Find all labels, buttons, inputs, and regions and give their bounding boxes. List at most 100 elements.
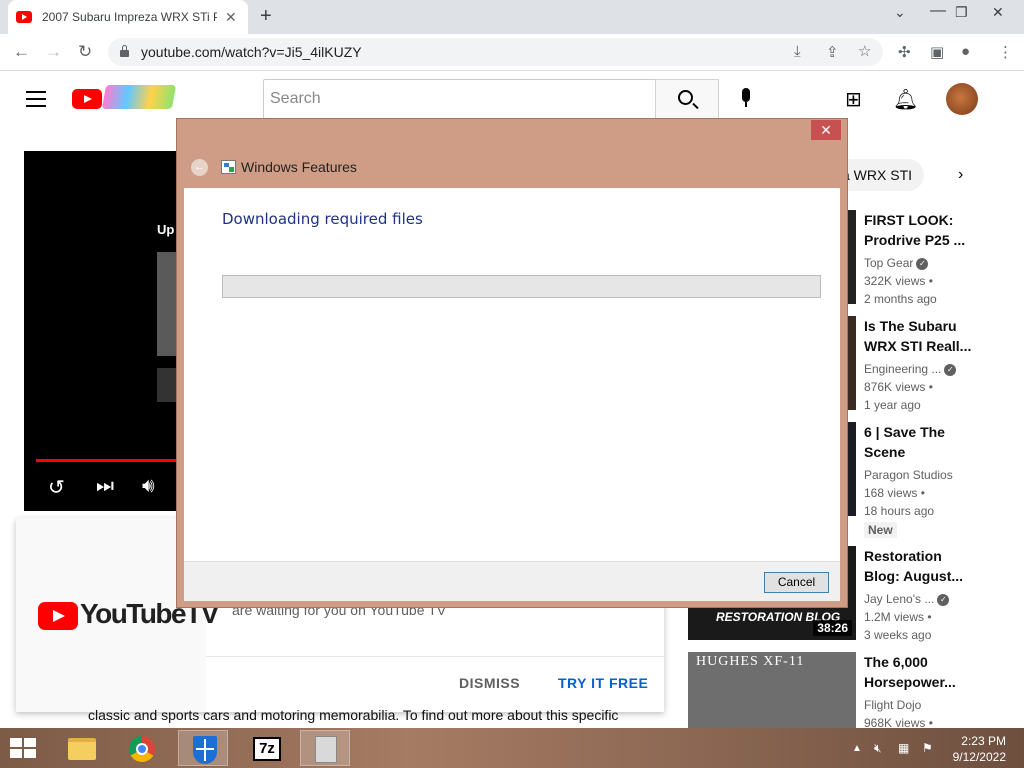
action-center-flag-icon[interactable]: ⚑ <box>922 741 933 755</box>
search-input[interactable]: Search <box>263 79 656 119</box>
tab-title: 2007 Subaru Impreza WRX STi P <box>42 10 217 24</box>
minimize-button[interactable]: — <box>930 2 946 20</box>
search-icon <box>678 90 693 105</box>
url-text: youtube.com/watch?v=Ji5_4ilKUZY <box>141 44 362 60</box>
recommendation-channel[interactable]: Paragon Studios <box>864 466 974 484</box>
recommendation-title[interactable]: 6 | Save The Scene <box>864 422 974 462</box>
verified-check-icon: ✓ <box>916 257 929 270</box>
volume-icon[interactable]: 🔊︎ <box>142 475 155 498</box>
youtube-favicon-icon <box>16 11 32 23</box>
recommendation-thumbnail[interactable]: HUGHES XF-11 <box>688 652 856 728</box>
taskbar-clock[interactable]: 2:23 PM 9/12/2022 <box>944 733 1006 765</box>
recommendation-channel[interactable]: Flight Dojo <box>864 696 974 714</box>
recommendation-channel[interactable]: Top Gear <box>864 256 913 270</box>
recommendation-channel[interactable]: Engineering ... <box>864 362 941 376</box>
recommendation-item[interactable]: HUGHES XF-11 The 6,000 Horsepower... Fli… <box>688 652 988 728</box>
windows-features-app-icon <box>221 160 236 174</box>
chrome-icon <box>129 736 155 762</box>
clock-date: 9/12/2022 <box>952 750 1006 764</box>
bookmark-star-icon[interactable]: ☆ <box>858 42 871 60</box>
recommendation-channel[interactable]: Jay Leno's ... <box>864 592 934 606</box>
voice-search-mic-icon[interactable] <box>740 88 752 110</box>
tray-overflow-chevron-icon[interactable]: ▲ <box>852 743 862 754</box>
recommendation-views: 322K views • <box>864 274 933 288</box>
dialog-title: Windows Features <box>241 159 357 175</box>
windows-features-icon <box>315 736 337 763</box>
tab-close-icon[interactable]: ✕ <box>225 9 237 26</box>
recommendation-age: 1 year ago <box>864 398 921 412</box>
taskbar-7zip[interactable]: 7z <box>241 730 291 766</box>
chip-next-arrow-icon[interactable]: › <box>958 166 963 184</box>
clock-time: 2:23 PM <box>961 734 1006 748</box>
recommendation-title[interactable]: Is The Subaru WRX STI Reall... <box>864 316 974 356</box>
taskbar-chrome[interactable] <box>117 730 167 766</box>
recommendation-views: 876K views • <box>864 380 933 394</box>
tab-search-chevron-icon[interactable]: ⌄ <box>894 4 906 21</box>
forward-arrow-icon[interactable]: → <box>45 42 62 62</box>
youtube-logo-icon[interactable] <box>72 89 102 109</box>
try-it-free-button[interactable]: TRY IT FREE <box>558 675 648 691</box>
video-duration: 38:26 <box>813 620 852 636</box>
extensions-puzzle-icon[interactable]: ✣ <box>898 43 911 61</box>
back-arrow-icon[interactable]: ← <box>13 42 30 62</box>
volume-muted-icon[interactable]: 🔇︎ <box>874 741 882 756</box>
recommendation-views: 968K views • <box>864 716 933 728</box>
thumbnail-caption: HUGHES XF-11 <box>696 654 805 669</box>
reload-icon[interactable]: ↻ <box>78 42 92 62</box>
browser-tab[interactable]: 2007 Subaru Impreza WRX STi P ✕ <box>8 0 248 34</box>
close-window-button[interactable]: ✕ <box>992 4 1004 21</box>
up-next-label: Up <box>157 222 175 237</box>
recommendation-title[interactable]: The 6,000 Horsepower... <box>864 652 974 692</box>
install-icon[interactable]: ⤓ <box>794 43 801 60</box>
filter-chip[interactable]: a WRX STI <box>836 159 924 191</box>
browser-tabstrip: 2007 Subaru Impreza WRX STi P ✕ + ⌄ — ❐ … <box>0 0 1024 34</box>
next-video-icon[interactable]: ⏭︎ <box>96 475 114 498</box>
dialog-content: Downloading required files <box>184 188 840 561</box>
recommendation-title[interactable]: Restoration Blog: August... <box>864 546 974 586</box>
search-button[interactable] <box>655 79 719 119</box>
video-description-text: classic and sports cars and motoring mem… <box>88 707 619 723</box>
dismiss-button[interactable]: DISMISS <box>459 675 520 691</box>
new-tab-button[interactable]: + <box>260 5 272 28</box>
hamburger-menu-icon[interactable] <box>26 91 46 112</box>
recommendation-age: 3 weeks ago <box>864 628 932 642</box>
windows-taskbar: 7z ▲ 🔇︎ ▦ ⚑ 2:23 PM 9/12/2022 <box>0 728 1024 768</box>
new-badge: New <box>864 522 897 538</box>
network-icon[interactable]: ▦ <box>898 741 909 755</box>
cancel-button[interactable]: Cancel <box>764 572 829 593</box>
taskbar-security[interactable] <box>178 730 228 766</box>
notifications-bell-icon[interactable]: 🔔︎ <box>893 87 918 112</box>
profile-icon[interactable]: ● <box>961 43 970 60</box>
create-video-icon[interactable]: ⊞ <box>845 87 862 112</box>
dialog-footer: Cancel <box>184 561 840 601</box>
up-next-button[interactable] <box>157 368 177 402</box>
download-progress-bar <box>222 275 821 298</box>
windows-start-icon[interactable] <box>10 738 38 760</box>
dialog-heading: Downloading required files <box>222 210 423 228</box>
verified-check-icon: ✓ <box>944 363 957 376</box>
restore-button[interactable]: ❐ <box>955 4 968 21</box>
recommendation-title[interactable]: FIRST LOOK: Prodrive P25 ... <box>864 210 974 250</box>
dialog-back-arrow-icon[interactable]: ← <box>191 159 208 176</box>
recommendation-views: 168 views • <box>864 486 925 500</box>
windows-features-dialog: ✕ ← Windows Features Downloading require… <box>176 118 848 608</box>
recommendation-age: 2 months ago <box>864 292 937 306</box>
taskbar-windows-features[interactable] <box>300 730 350 766</box>
verified-check-icon: ✓ <box>937 593 950 606</box>
side-panel-icon[interactable]: ▣ <box>930 43 944 61</box>
account-avatar[interactable] <box>946 83 978 115</box>
browser-toolbar: ← → ↻ youtube.com/watch?v=Ji5_4ilKUZY ⤓ … <box>0 34 1024 71</box>
youtube-doodle-logo[interactable] <box>101 85 177 109</box>
dialog-close-button[interactable]: ✕ <box>811 120 841 140</box>
taskbar-file-explorer[interactable] <box>56 730 106 766</box>
replay-icon[interactable]: ↺ <box>48 475 65 500</box>
7zip-icon: 7z <box>253 737 281 761</box>
video-progress-bar[interactable] <box>36 459 176 462</box>
share-icon[interactable]: ⇪ <box>826 43 839 61</box>
address-bar[interactable]: youtube.com/watch?v=Ji5_4ilKUZY ⤓ ⇪ ☆ <box>108 38 883 66</box>
chrome-menu-icon[interactable]: ⋮ <box>998 43 1013 61</box>
recommendation-views: 1.2M views • <box>864 610 932 624</box>
windows-defender-shield-icon <box>193 736 217 764</box>
up-next-thumbnail[interactable] <box>157 252 177 356</box>
file-explorer-icon <box>68 738 96 760</box>
